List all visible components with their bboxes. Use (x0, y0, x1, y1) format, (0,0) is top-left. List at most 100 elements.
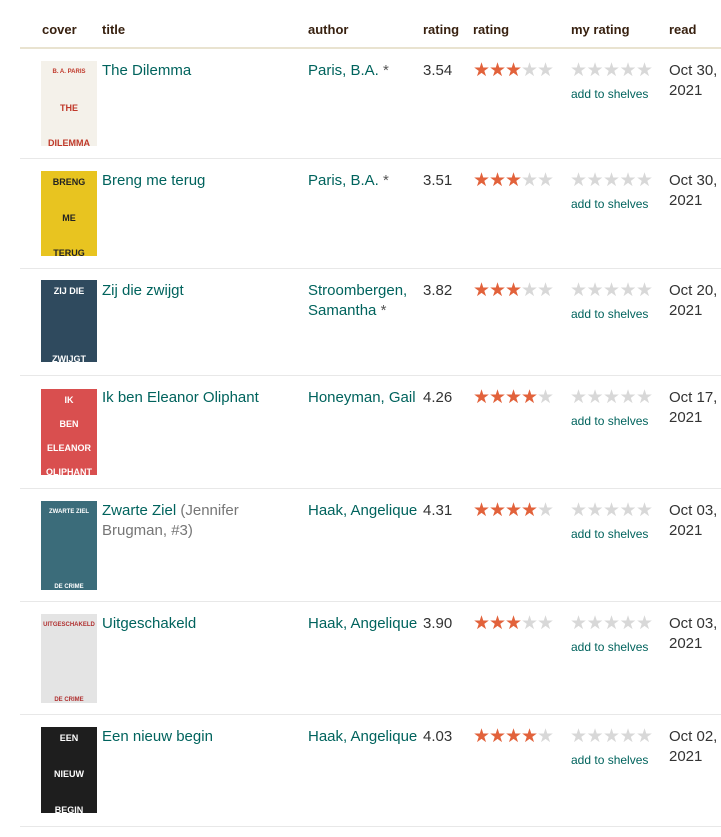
star-icon[interactable]: ★ (587, 61, 604, 81)
my-rating-stars[interactable]: ★ ★ ★ ★ ★ (570, 281, 653, 301)
add-to-shelves-link[interactable]: add to shelves (571, 307, 648, 321)
book-author[interactable]: Stroombergen, Samantha * (308, 281, 420, 321)
book-cover[interactable]: ZIJ DIE ZWIJGT (41, 280, 97, 362)
book-cover[interactable]: EEN NIEUW BEGIN (41, 727, 97, 813)
read-date: Oct 20, 2021 (669, 282, 718, 319)
star-icon: ★ (505, 170, 523, 191)
book-cover[interactable]: UITGESCHAKELD DE CRIME COMPAGNIE (41, 614, 97, 703)
star-icon[interactable]: ★ (570, 501, 587, 521)
column-header-title[interactable]: title (102, 22, 125, 37)
book-title[interactable]: Breng me terug (102, 171, 298, 191)
book-title[interactable]: Uitgeschakeld (102, 614, 298, 634)
add-to-shelves-link[interactable]: add to shelves (571, 414, 648, 428)
star-icon[interactable]: ★ (603, 281, 620, 301)
book-cover[interactable]: IK BEN ELEANOR OLIPHANT (41, 389, 97, 475)
author-name[interactable]: Paris, B.A. (308, 172, 379, 189)
star-icon[interactable]: ★ (636, 281, 653, 301)
author-name[interactable]: Haak, Angelique (308, 728, 417, 745)
star-icon[interactable]: ★ (620, 61, 637, 81)
star-icon[interactable]: ★ (570, 281, 587, 301)
star-icon[interactable]: ★ (570, 171, 587, 191)
my-rating-stars[interactable]: ★ ★ ★ ★ ★ (570, 171, 653, 191)
book-title[interactable]: Zwarte Ziel (Jennifer Brugman, #3) (102, 501, 298, 541)
book-title[interactable]: Ik ben Eleanor Oliphant (102, 388, 298, 408)
book-title-text[interactable]: Zij die zwijgt (102, 282, 184, 299)
book-author[interactable]: Haak, Angelique (308, 727, 420, 747)
book-author[interactable]: Haak, Angelique (308, 501, 420, 521)
book-title[interactable]: Zij die zwijgt (102, 281, 298, 301)
book-title-text[interactable]: Een nieuw begin (102, 728, 213, 745)
table-row: ZIJ DIE ZWIJGT Zij die zwijgt Stroombergen,… (20, 268, 721, 376)
star-icon[interactable]: ★ (603, 501, 620, 521)
column-header-author[interactable]: author (308, 22, 348, 37)
book-cover[interactable]: BRENG ME TERUG (41, 171, 97, 256)
book-title-text[interactable]: Zwarte Ziel (102, 502, 176, 519)
star-icon: ★ (537, 60, 555, 81)
my-rating-stars[interactable]: ★ ★ ★ ★ ★ (570, 61, 653, 81)
my-rating-stars[interactable]: ★ ★ ★ ★ ★ (570, 501, 653, 521)
star-icon[interactable]: ★ (620, 171, 637, 191)
my-rating-stars[interactable]: ★ ★ ★ ★ ★ (570, 727, 653, 747)
column-header-avg-rating[interactable]: rating (423, 22, 459, 37)
book-title-text[interactable]: Uitgeschakeld (102, 615, 196, 632)
book-cover[interactable]: ZWARTE ZIEL DE CRIME COMPAGNIE (41, 501, 97, 590)
star-icon[interactable]: ★ (587, 388, 604, 408)
author-name[interactable]: Paris, B.A. (308, 62, 379, 79)
book-title-text[interactable]: Breng me terug (102, 172, 205, 189)
star-icon[interactable]: ★ (570, 388, 587, 408)
star-icon[interactable]: ★ (587, 501, 604, 521)
star-icon[interactable]: ★ (636, 727, 653, 747)
column-header-my-rating[interactable]: my rating (571, 22, 630, 37)
book-author[interactable]: Paris, B.A. * (308, 171, 420, 191)
cover-text: IK (64, 395, 74, 405)
star-icon[interactable]: ★ (603, 388, 620, 408)
star-icon[interactable]: ★ (620, 501, 637, 521)
star-icon: ★ (505, 60, 523, 81)
star-icon: ★ (489, 500, 507, 521)
star-icon[interactable]: ★ (570, 61, 587, 81)
book-cover[interactable]: B. A. PARIS THE DILEMMA (41, 61, 97, 146)
star-icon[interactable]: ★ (603, 171, 620, 191)
column-header-cover[interactable]: cover (42, 22, 77, 37)
star-icon[interactable]: ★ (587, 171, 604, 191)
star-icon[interactable]: ★ (620, 614, 637, 634)
star-icon[interactable]: ★ (587, 727, 604, 747)
my-rating-stars[interactable]: ★ ★ ★ ★ ★ (570, 388, 653, 408)
book-title[interactable]: The Dilemma (102, 61, 298, 81)
book-title-text[interactable]: The Dilemma (102, 62, 191, 79)
star-icon[interactable]: ★ (636, 614, 653, 634)
book-title[interactable]: Een nieuw begin (102, 727, 298, 747)
star-icon[interactable]: ★ (620, 388, 637, 408)
star-icon[interactable]: ★ (620, 281, 637, 301)
star-icon[interactable]: ★ (603, 614, 620, 634)
star-icon[interactable]: ★ (570, 727, 587, 747)
star-icon[interactable]: ★ (636, 61, 653, 81)
book-title-text[interactable]: Ik ben Eleanor Oliphant (102, 389, 259, 406)
star-icon[interactable]: ★ (636, 388, 653, 408)
add-to-shelves-link[interactable]: add to shelves (571, 527, 648, 541)
add-to-shelves-link[interactable]: add to shelves (571, 640, 648, 654)
column-header-rating[interactable]: rating (473, 22, 509, 37)
book-author[interactable]: Honeyman, Gail (308, 388, 420, 408)
add-to-shelves-link[interactable]: add to shelves (571, 753, 648, 767)
book-author[interactable]: Paris, B.A. * (308, 61, 420, 81)
add-to-shelves-link[interactable]: add to shelves (571, 197, 648, 211)
add-to-shelves-link[interactable]: add to shelves (571, 87, 648, 101)
star-icon[interactable]: ★ (636, 501, 653, 521)
star-icon[interactable]: ★ (636, 171, 653, 191)
rating-stars: ★ ★ ★ ★ ★ (473, 727, 554, 747)
author-name[interactable]: Stroombergen, Samantha (308, 282, 407, 319)
star-icon[interactable]: ★ (587, 614, 604, 634)
star-icon[interactable]: ★ (620, 727, 637, 747)
my-rating-stars[interactable]: ★ ★ ★ ★ ★ (570, 614, 653, 634)
star-icon[interactable]: ★ (603, 727, 620, 747)
author-name[interactable]: Honeyman, Gail (308, 389, 416, 406)
star-icon[interactable]: ★ (587, 281, 604, 301)
cover-text: ELEANOR (46, 443, 91, 453)
author-name[interactable]: Haak, Angelique (308, 502, 417, 519)
book-author[interactable]: Haak, Angelique (308, 614, 420, 634)
star-icon[interactable]: ★ (603, 61, 620, 81)
star-icon[interactable]: ★ (570, 614, 587, 634)
author-name[interactable]: Haak, Angelique (308, 615, 417, 632)
column-header-read[interactable]: read (669, 22, 696, 37)
